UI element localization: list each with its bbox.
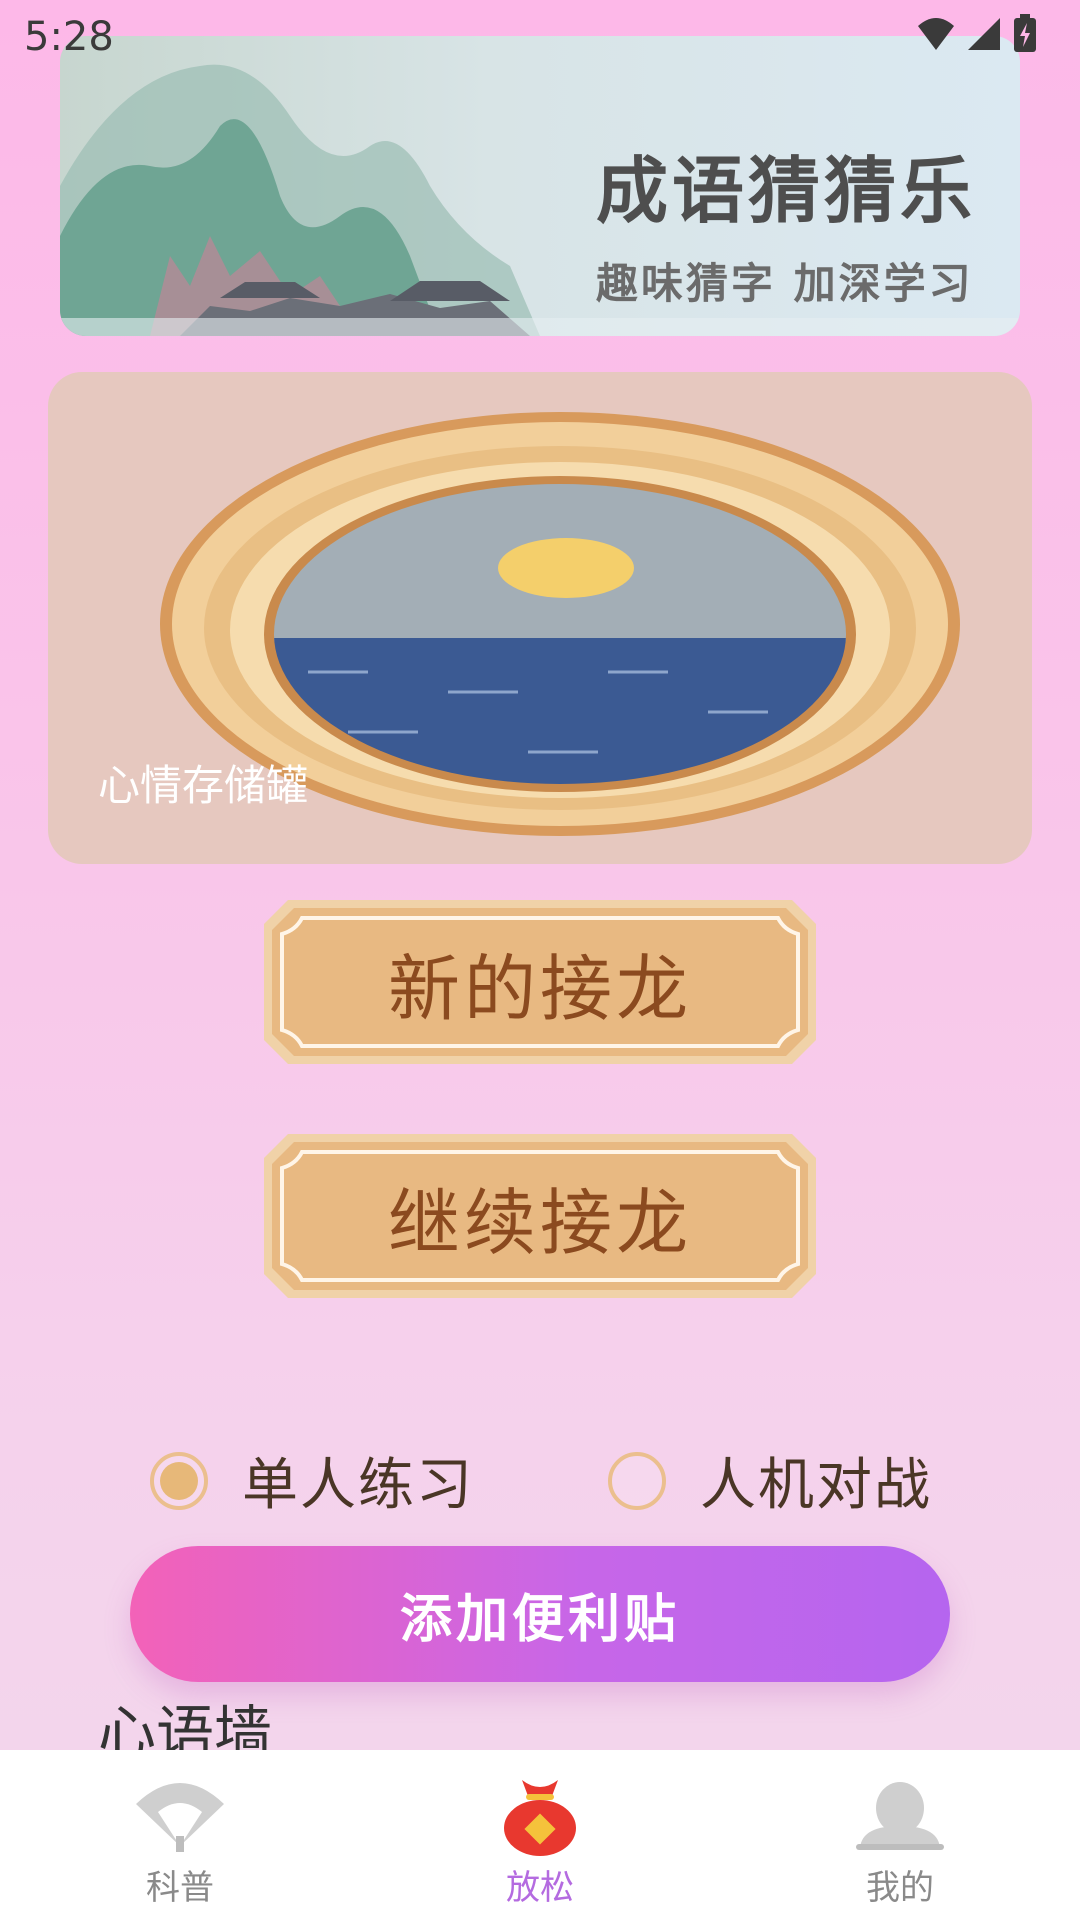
wifi-icon [918,18,954,50]
person-icon [856,1782,944,1850]
radio-button-checked[interactable] [150,1451,208,1510]
mode-single-practice[interactable]: 单人练习 [150,1440,474,1521]
signal-icon [968,18,1000,50]
tab-relax[interactable]: 放松 [440,1750,640,1920]
lucky-bag-icon [504,1780,576,1856]
tab-label: 科普 [146,1868,214,1908]
banner-title: 成语猜猜乐 [596,149,977,233]
radio-dot [160,1461,198,1500]
banner-subtitle: 趣味猜字 加深学习 [596,259,974,308]
continue-chain-button[interactable]: 继续接龙 [264,1134,816,1298]
mode-label: 单人练习 [242,1453,474,1518]
bottom-tab-bar: 科普 放松 我的 [0,1750,1080,1920]
continue-chain-label: 继续接龙 [387,1180,692,1265]
mode-vs-computer[interactable]: 人机对战 [608,1440,932,1521]
add-sticky-note-label: 添加便利贴 [399,1589,680,1650]
idiom-game-banner[interactable]: 成语猜猜乐 趣味猜字 加深学习 [60,36,1020,336]
new-chain-label: 新的接龙 [387,946,692,1031]
mood-storage-card[interactable]: 心情存储罐 [48,372,1032,864]
radio-button-unchecked[interactable] [608,1451,666,1510]
tab-science[interactable]: 科普 [80,1750,280,1920]
add-sticky-note-button[interactable]: 添加便利贴 [130,1546,950,1682]
status-bar: 5:28 [0,0,1080,72]
mood-card-label: 心情存储罐 [98,761,309,810]
status-icons [916,14,1038,54]
tab-mine[interactable]: 我的 [800,1750,1000,1920]
new-chain-button[interactable]: 新的接龙 [264,900,816,1064]
status-time: 5:28 [24,14,114,60]
tab-label: 我的 [866,1868,934,1908]
fan-icon [136,1783,224,1852]
tab-label: 放松 [506,1868,574,1908]
battery-icon [1014,14,1036,52]
mode-label: 人机对战 [700,1453,932,1518]
